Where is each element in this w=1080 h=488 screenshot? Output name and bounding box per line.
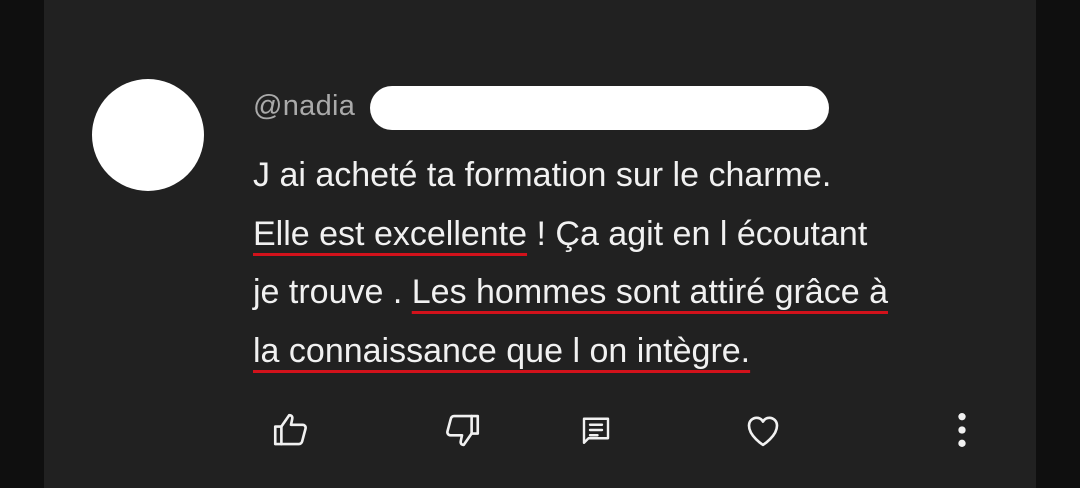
comment-line-2-text: ! Ça agit en l écoutant — [527, 214, 868, 253]
heart-icon — [747, 416, 779, 447]
like-button[interactable] — [269, 408, 313, 452]
comment-line-4-underlined: la connaissance que l on intègre. — [253, 331, 751, 370]
comment-line-3-underlined: Les hommes sont attiré grâce à — [411, 273, 888, 311]
comment-line-2-underlined: Elle est excellente — [253, 214, 528, 253]
reply-button[interactable] — [574, 408, 618, 452]
comment-card: @nadia J ai acheté ta formation sur le c… — [44, 0, 1036, 488]
screen: @nadia J ai acheté ta formation sur le c… — [0, 0, 1080, 488]
more-vertical-icon — [958, 413, 966, 447]
comment-text: J ai acheté ta formation sur le charme. … — [253, 146, 1013, 380]
comment-author[interactable]: @nadia — [253, 84, 355, 128]
comment-line-1: J ai acheté ta formation sur le charme. — [253, 146, 1013, 205]
comment-actions — [44, 400, 1036, 460]
comment-line-2: Elle est excellente ! Ça agit en l écout… — [253, 205, 1013, 264]
avatar[interactable] — [92, 79, 204, 191]
comment-line-4: la connaissance que l on intègre. — [253, 322, 1013, 381]
thumbs-down-icon — [446, 414, 480, 447]
thumbs-up-icon — [273, 413, 307, 446]
more-options-button[interactable] — [940, 408, 984, 452]
comment-line-3-text: je trouve . — [253, 273, 412, 311]
dislike-button[interactable] — [440, 408, 484, 452]
comment-line-3: je trouve . Les hommes sont attiré grâce… — [253, 263, 1013, 322]
comment-line-1-text: J ai acheté ta formation sur le charme. — [253, 156, 832, 194]
redaction-mask — [370, 86, 829, 130]
heart-button[interactable] — [741, 408, 785, 452]
reply-comment-icon — [582, 417, 610, 444]
